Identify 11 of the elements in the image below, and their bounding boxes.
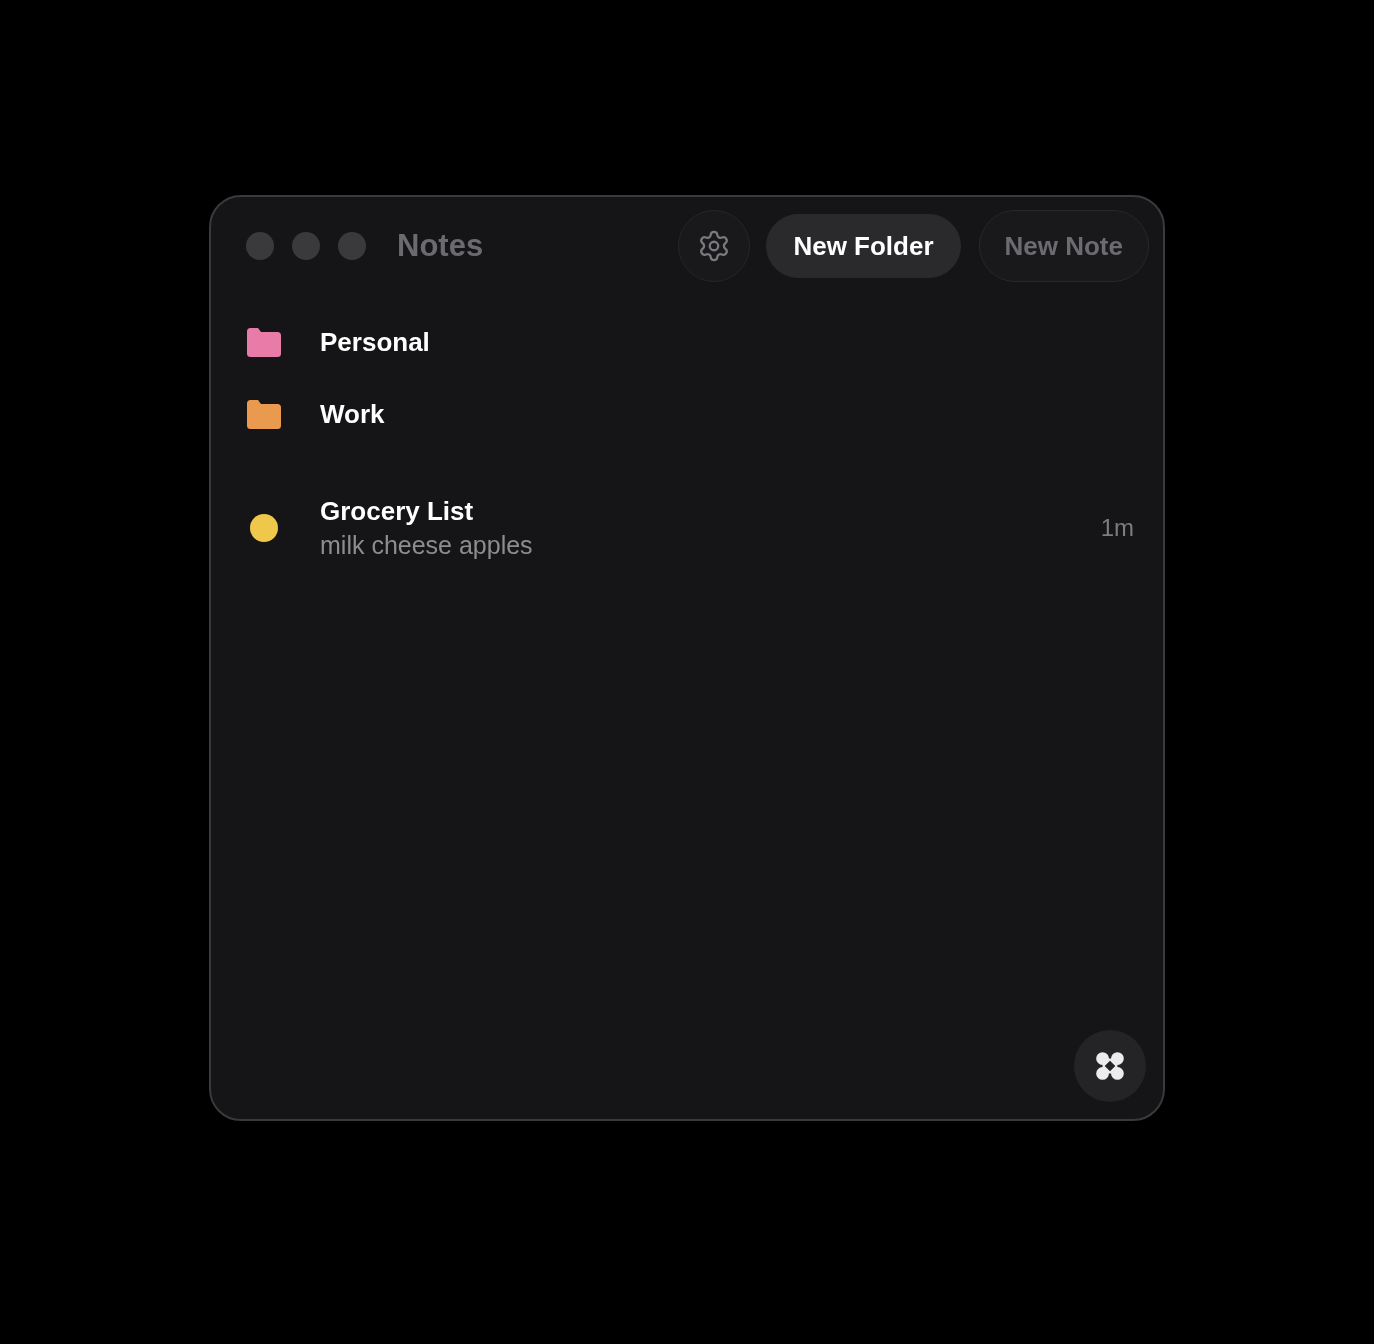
note-title: Grocery List	[320, 495, 475, 528]
four-petal-icon	[1093, 1049, 1127, 1083]
window-control-button[interactable]	[292, 232, 320, 260]
folder-item[interactable]: Work	[247, 378, 385, 450]
folder-item[interactable]: Personal	[247, 306, 430, 378]
window-control-button[interactable]	[338, 232, 366, 260]
window-title: Notes	[397, 228, 484, 264]
new-folder-button[interactable]: New Folder	[766, 214, 961, 278]
window-control-button[interactable]	[246, 232, 274, 260]
note-time: 1m	[1100, 513, 1134, 543]
note-preview: milk cheese apples	[320, 530, 533, 561]
